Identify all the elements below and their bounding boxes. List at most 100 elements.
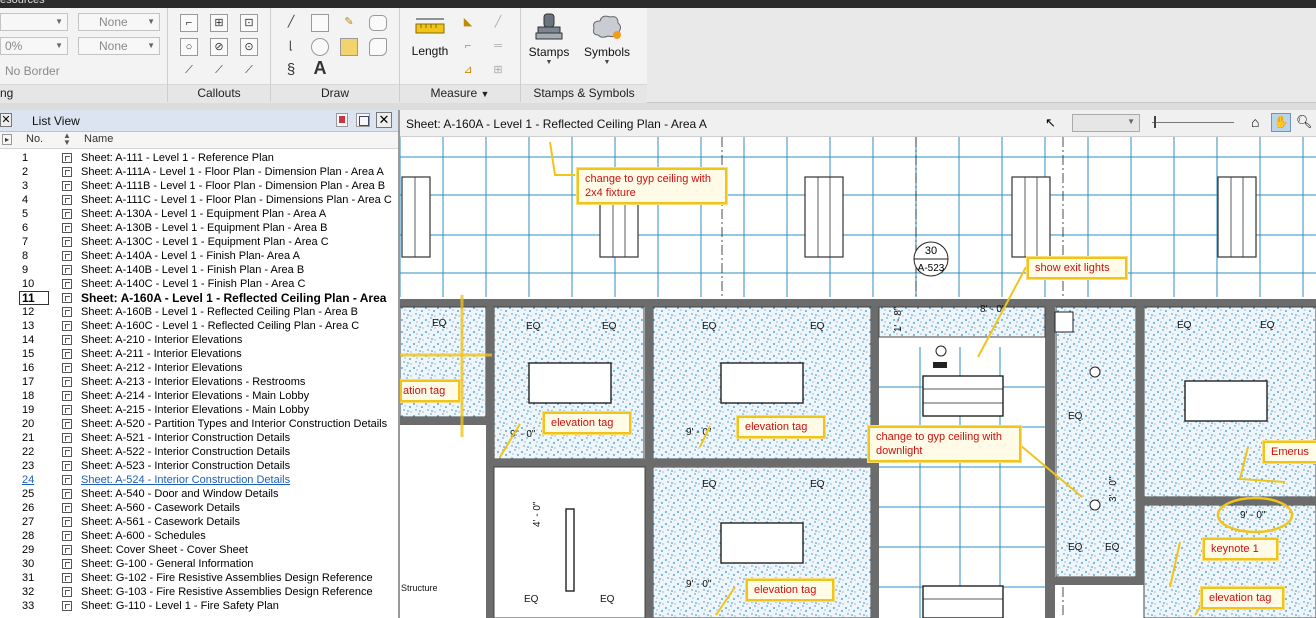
annotation-elevation-tag[interactable]: elevation tag [737,416,825,438]
list-item[interactable]: 6 Sheet: A-130B - Level 1 - Equipment Pla… [0,221,398,235]
list-item[interactable]: 22 Sheet: A-522 - Interior Construction D… [0,445,398,459]
callout-tool-2[interactable]: ⊞ [210,14,228,32]
annotation-elevation-tag[interactable]: elevation tag [543,412,631,434]
callout-tool-8[interactable]: ⟋ [210,62,228,80]
list-item[interactable]: 14 Sheet: A-210 - Interior Elevations [0,333,398,347]
list-item[interactable]: 16 Sheet: A-212 - Interior Elevations [0,361,398,375]
list-item-name: Sheet: A-215 - Interior Elevations - Mai… [81,404,310,416]
resources-tab-partial[interactable]: esources [0,0,45,6]
column-no-header[interactable]: No. [26,133,43,145]
list-item[interactable]: 5 Sheet: A-130A - Level 1 - Equipment Pla… [0,207,398,221]
list-item[interactable]: 21 Sheet: A-521 - Interior Construction D… [0,431,398,445]
list-item[interactable]: 17 Sheet: A-213 - Interior Elevations - R… [0,375,398,389]
list-item[interactable]: 10 Sheet: A-140C - Level 1 - Finish Plan … [0,277,398,291]
list-item[interactable]: 9 Sheet: A-140B - Level 1 - Finish Plan -… [0,263,398,277]
list-item[interactable]: 20 Sheet: A-520 - Partition Types and Int… [0,417,398,431]
list-item[interactable]: 27 Sheet: A-561 - Casework Details [0,515,398,529]
diameter-measure-icon[interactable]: ╱ [489,14,507,32]
perimeter-measure-icon[interactable]: ⌐ [459,38,477,56]
list-item[interactable]: 24 Sheet: A-524 - Interior Construction D… [0,473,398,487]
expand-icon[interactable]: ▸ [2,134,12,145]
callout-tool-7[interactable]: ⟋ [180,62,198,80]
callout-tool-4[interactable]: ○ [180,38,198,56]
list-item[interactable]: 26 Sheet: A-560 - Casework Details [0,501,398,515]
zoom-slider-thumb[interactable] [1154,116,1156,128]
rounded-rect-icon[interactable] [369,15,387,31]
ellipse-icon[interactable] [311,38,329,56]
annotation-elevation-tag-partial[interactable]: ation tag [400,380,460,402]
rectangle-icon[interactable] [311,14,329,32]
border-style-label[interactable]: No Border [5,64,60,78]
list-item[interactable]: 18 Sheet: A-214 - Interior Elevations - M… [0,389,398,403]
text-icon[interactable]: A [311,59,329,78]
select-cursor-icon[interactable]: ↖ [1045,115,1056,131]
cloud-icon[interactable] [369,38,387,56]
list-item[interactable]: 1 Sheet: A-111 - Level 1 - Reference Plan [0,151,398,165]
list-item-name: Sheet: A-111 - Level 1 - Reference Plan [81,152,274,164]
line-icon[interactable]: ╱ [282,14,300,32]
list-item[interactable]: 11 Sheet: A-160A - Level 1 - Reflected Ce… [0,291,398,305]
list-item[interactable]: 4 Sheet: A-111C - Level 1 - Floor Plan - … [0,193,398,207]
title-strip: esources [0,0,1316,8]
polyline-icon[interactable]: ⌊ [282,38,300,56]
annotation-elevation-tag[interactable]: elevation tag [746,579,834,601]
measure-group-label[interactable]: Measure ▼ [400,86,520,102]
list-item[interactable]: 12 Sheet: A-160B - Level 1 - Reflected Ce… [0,305,398,319]
area-measure-icon[interactable]: ◣ [459,14,477,32]
annotation-emerus[interactable]: Emerus [1263,441,1316,463]
list-item[interactable]: 31 Sheet: G-102 - Fire Resistive Assembli… [0,571,398,585]
stamps-button[interactable]: Stamps ▼ [526,11,572,66]
pin-icon[interactable] [356,113,370,127]
list-item-name: Sheet: A-600 - Schedules [81,530,206,542]
list-item[interactable]: 29 Sheet: Cover Sheet - Cover Sheet [0,543,398,557]
symbols-button[interactable]: Symbols ▼ [582,11,632,66]
drawing-canvas[interactable]: 30 A-523 EQ EQ EQ EQ EQ EQ EQ EQ EQ EQ E… [400,137,1316,618]
list-item[interactable]: 23 Sheet: A-523 - Interior Construction D… [0,459,398,473]
list-item[interactable]: 8 Sheet: A-140A - Level 1 - Finish Plan- … [0,249,398,263]
list-item[interactable]: 30 Sheet: G-100 - General Information [0,557,398,571]
line-end-dropdown[interactable]: None ▼ [78,37,160,55]
callout-tool-1[interactable]: ⌐ [180,14,198,32]
radius-measure-icon[interactable]: ═ [489,38,507,56]
line-start-dropdown[interactable]: None ▼ [78,13,160,31]
angle-measure-icon[interactable]: ⊿ [459,62,477,80]
highlight-icon[interactable] [340,38,358,56]
callout-tool-5[interactable]: ⊘ [210,38,228,56]
pan-hand-icon[interactable]: ✋ [1271,113,1291,132]
close-icon[interactable]: ✕ [0,113,12,127]
annotation-elevation-tag[interactable]: elevation tag [1201,587,1284,609]
zoom-icon[interactable]: 🔍︎ [1296,114,1313,130]
list-item[interactable]: 19 Sheet: A-215 - Interior Elevations - M… [0,403,398,417]
list-item[interactable]: 2 Sheet: A-111A - Level 1 - Floor Plan - … [0,165,398,179]
zoom-slider[interactable] [1152,122,1234,123]
pencil-icon[interactable]: ✎ [340,14,358,32]
length-button[interactable]: Length [407,14,453,58]
close-icon[interactable]: ✕ [376,112,392,128]
list-item[interactable]: 15 Sheet: A-211 - Interior Elevations [0,347,398,361]
list-item[interactable]: 33 Sheet: G-110 - Level 1 - Fire Safety P… [0,599,398,613]
callouts-group-label: Callouts [197,86,241,100]
list-item[interactable]: 7 Sheet: A-130C - Level 1 - Equipment Pla… [0,235,398,249]
filter-icon[interactable] [336,113,348,127]
column-name-header[interactable]: Name [84,133,113,145]
list-item[interactable]: 32 Sheet: G-103 - Fire Resistive Assembli… [0,585,398,599]
opacity-dropdown[interactable]: 0% ▼ [0,37,68,55]
spring-icon[interactable]: § [282,62,300,80]
callout-tool-6[interactable]: ⊙ [240,38,258,56]
list-item[interactable]: 13 Sheet: A-160C - Level 1 - Reflected Ce… [0,319,398,333]
callout-tool-3[interactable]: ⊡ [240,14,258,32]
sort-icon[interactable]: ▲ ▼ [63,132,71,147]
annotation-gyp-downlight[interactable]: change to gyp ceiling with downlight [868,426,1021,462]
list-item[interactable]: 25 Sheet: A-540 - Door and Window Details [0,487,398,501]
style-dropdown[interactable]: ▼ [0,13,68,31]
list-item-number: 33 [22,600,35,612]
annotation-exit-lights[interactable]: show exit lights [1027,257,1127,279]
zoom-dropdown[interactable]: ▼ [1072,114,1140,132]
count-measure-icon[interactable]: ⊞ [489,62,507,80]
list-item[interactable]: 3 Sheet: A-111B - Level 1 - Floor Plan - … [0,179,398,193]
list-item[interactable]: 28 Sheet: A-600 - Schedules [0,529,398,543]
home-icon[interactable]: ⌂ [1251,114,1259,130]
annotation-keynote[interactable]: keynote 1 [1203,538,1278,560]
annotation-gyp-fixture[interactable]: change to gyp ceiling with 2x4 fixture [577,168,727,204]
callout-tool-9[interactable]: ⟋ [240,62,258,80]
